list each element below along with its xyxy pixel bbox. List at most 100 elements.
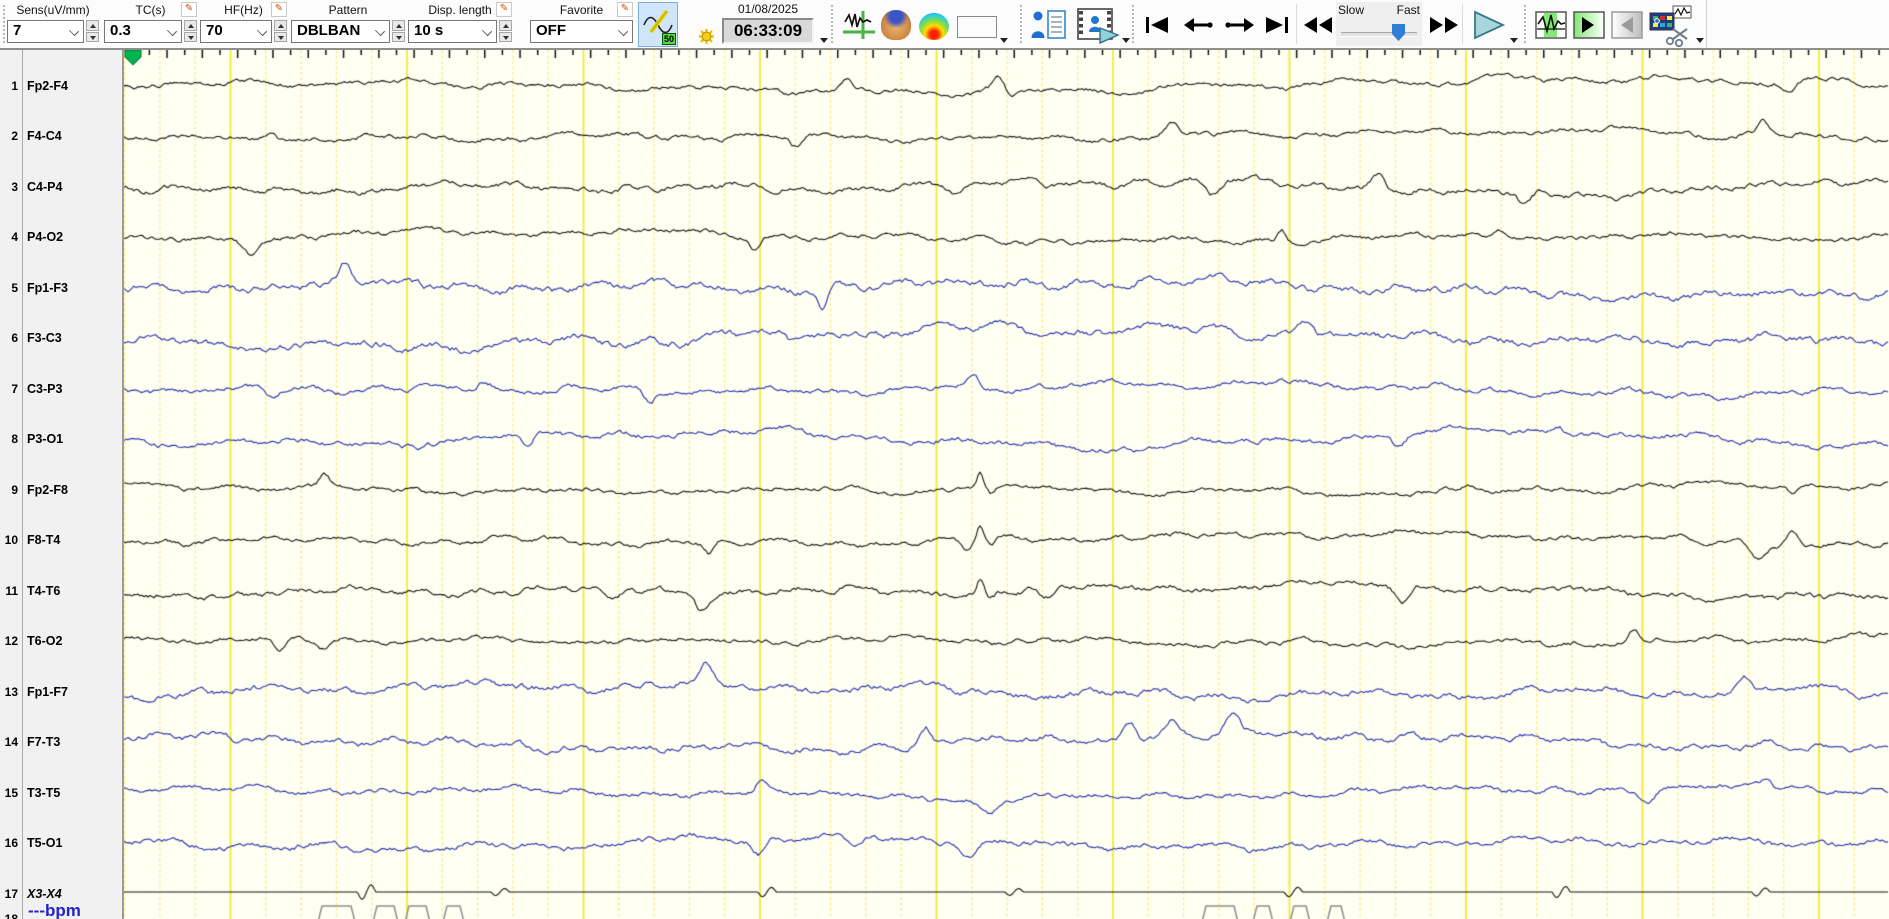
edit-pencil-icon[interactable]: ✎: [496, 2, 512, 17]
spinner-up-button[interactable]: [184, 20, 197, 31]
spinner-down-button[interactable]: [184, 31, 197, 42]
edit-pencil-icon[interactable]: ✎: [181, 2, 197, 17]
play-segment-button[interactable]: [1572, 10, 1606, 40]
patient-report-button[interactable]: [1028, 6, 1070, 44]
prev-segment-button[interactable]: [1610, 10, 1644, 40]
field-disp-length: Disp. length ✎ 10 s: [408, 2, 512, 43]
eeg-event-icon: [843, 11, 875, 39]
fast-label: Fast: [1396, 3, 1420, 17]
spinner-down-button[interactable]: [392, 31, 405, 42]
channel-row[interactable]: 11 T4-T6: [0, 583, 122, 599]
channel-row[interactable]: 10 F8-T4: [0, 532, 122, 548]
channel-row[interactable]: 13 Fp1-F7: [0, 684, 122, 700]
spinner-down-button[interactable]: [86, 31, 99, 42]
channel-row[interactable]: 12 T6-O2: [0, 633, 122, 649]
channel-row[interactable]: 17 X3-X4: [0, 886, 122, 902]
edit-pencil-icon[interactable]: ✎: [271, 2, 287, 17]
chevron-down-icon: [481, 25, 493, 37]
combo-disp-length[interactable]: 10 s: [408, 20, 497, 43]
wave-segment-button[interactable]: [1534, 10, 1568, 40]
field-label: Sens(uV/mm): [16, 3, 90, 17]
spinner-down-button[interactable]: [499, 31, 512, 42]
field-label: Pattern: [328, 3, 368, 17]
play-dropdown-arrow[interactable]: [1510, 38, 1518, 43]
channel-label: Fp1-F3: [27, 280, 68, 295]
spinner-up-button[interactable]: [499, 20, 512, 31]
skip-to-start-button[interactable]: [1140, 12, 1176, 38]
channel-row[interactable]: 9 Fp2-F8: [0, 482, 122, 498]
channel-row[interactable]: 7 C3-P3: [0, 381, 122, 397]
channel-row[interactable]: 1 Fp2-F4: [0, 78, 122, 94]
step-forward-button[interactable]: [1220, 12, 1258, 38]
channel-number: 12: [4, 634, 18, 648]
edit-pencil-icon[interactable]: ✎: [617, 2, 633, 17]
channel-label: T5-O1: [27, 836, 63, 850]
channel-row[interactable]: 3 C4-P4: [0, 179, 122, 195]
combo-pattern[interactable]: DBLBAN: [291, 20, 390, 43]
toolbar-grip[interactable]: [3, 5, 5, 43]
time-display[interactable]: 06:33:09: [722, 18, 814, 44]
channel-label: Fp2-F8: [27, 482, 68, 497]
step-back-button[interactable]: [1180, 12, 1218, 38]
combo-value: 0.3: [110, 22, 131, 39]
head-3d-icon: [881, 10, 911, 40]
topomap-button[interactable]: [916, 9, 952, 43]
channel-number: 18: [4, 912, 18, 919]
video-review-button[interactable]: [1072, 6, 1122, 46]
combo-value: OFF: [536, 22, 566, 39]
channel-number: 6: [11, 331, 18, 345]
channel-row[interactable]: 5 Fp1-F3: [0, 280, 122, 296]
channel-row[interactable]: 4 P4-O2: [0, 229, 122, 245]
spinner-up-button[interactable]: [274, 20, 287, 31]
spinner-down-button[interactable]: [274, 31, 287, 42]
rewind-button[interactable]: [1300, 11, 1336, 39]
channel-row[interactable]: 14 F7-T3: [0, 734, 122, 750]
speed-slider-track[interactable]: [1341, 32, 1417, 37]
chevron-down-icon: [617, 25, 629, 37]
analysis-dropdown-arrow[interactable]: [1000, 38, 1008, 43]
channel-row[interactable]: 2 F4-C4: [0, 128, 122, 144]
head-3d-button[interactable]: [878, 7, 914, 43]
channel-row[interactable]: 8 P3-O1: [0, 431, 122, 447]
channel-row[interactable]: 16 T5-O1: [0, 835, 122, 851]
channel-number: 3: [11, 179, 18, 194]
channel-row[interactable]: 15 T3-T5: [0, 785, 122, 801]
eeg-review-window: { "toolbar": { "fields": [ {"label":"Sen…: [0, 0, 1889, 919]
spectrogram-button[interactable]: [954, 13, 1000, 41]
channel-number: 11: [5, 583, 18, 598]
datetime-display: 01/08/2025 06:33:09: [722, 2, 814, 44]
combo-tc-s-[interactable]: 0.3: [104, 20, 182, 43]
speed-slider[interactable]: Slow Fast: [1336, 2, 1422, 46]
speed-slider-thumb[interactable]: [1392, 24, 1405, 41]
skip-to-end-button[interactable]: [1258, 12, 1294, 38]
combo-favorite[interactable]: OFF: [530, 20, 633, 43]
spinner-up-button[interactable]: [86, 20, 99, 31]
combo-sens-uv-mm-[interactable]: 7: [7, 20, 84, 43]
field-sens-uv-mm-: Sens(uV/mm) 7: [7, 3, 99, 43]
video-clip-button[interactable]: [1648, 4, 1694, 48]
channel-number: 15: [4, 785, 18, 800]
electrode-map-button[interactable]: [682, 4, 722, 46]
channel-number: 9: [11, 482, 18, 497]
clip-dropdown-arrow[interactable]: [1696, 38, 1704, 43]
topo-map-icon: [919, 12, 949, 40]
channel-row[interactable]: 6 F3-C3: [0, 330, 122, 346]
field-label: HF(Hz): [224, 3, 263, 17]
datetime-dropdown-arrow[interactable]: [820, 38, 828, 43]
patient-report-icon: [1031, 10, 1066, 39]
trace-area[interactable]: [124, 50, 1889, 919]
play-button[interactable]: [1468, 8, 1510, 42]
video-dropdown-arrow[interactable]: [1122, 38, 1130, 43]
heart-rate-label: ---bpm: [28, 901, 81, 919]
spinner: [499, 20, 512, 43]
notch-filter-button[interactable]: 50: [638, 2, 678, 47]
field-label: TC(s): [135, 3, 166, 17]
combo-hf-hz-[interactable]: 70: [200, 20, 272, 43]
eeg-trace-canvas[interactable]: [124, 50, 1889, 919]
eeg-event-button[interactable]: [840, 7, 878, 43]
chevron-down-icon: [166, 25, 178, 37]
spinner-up-button[interactable]: [392, 20, 405, 31]
fast-forward-button[interactable]: [1426, 11, 1462, 39]
notch-frequency-badge: 50: [661, 33, 676, 45]
channel-label: F4-C4: [27, 129, 62, 143]
